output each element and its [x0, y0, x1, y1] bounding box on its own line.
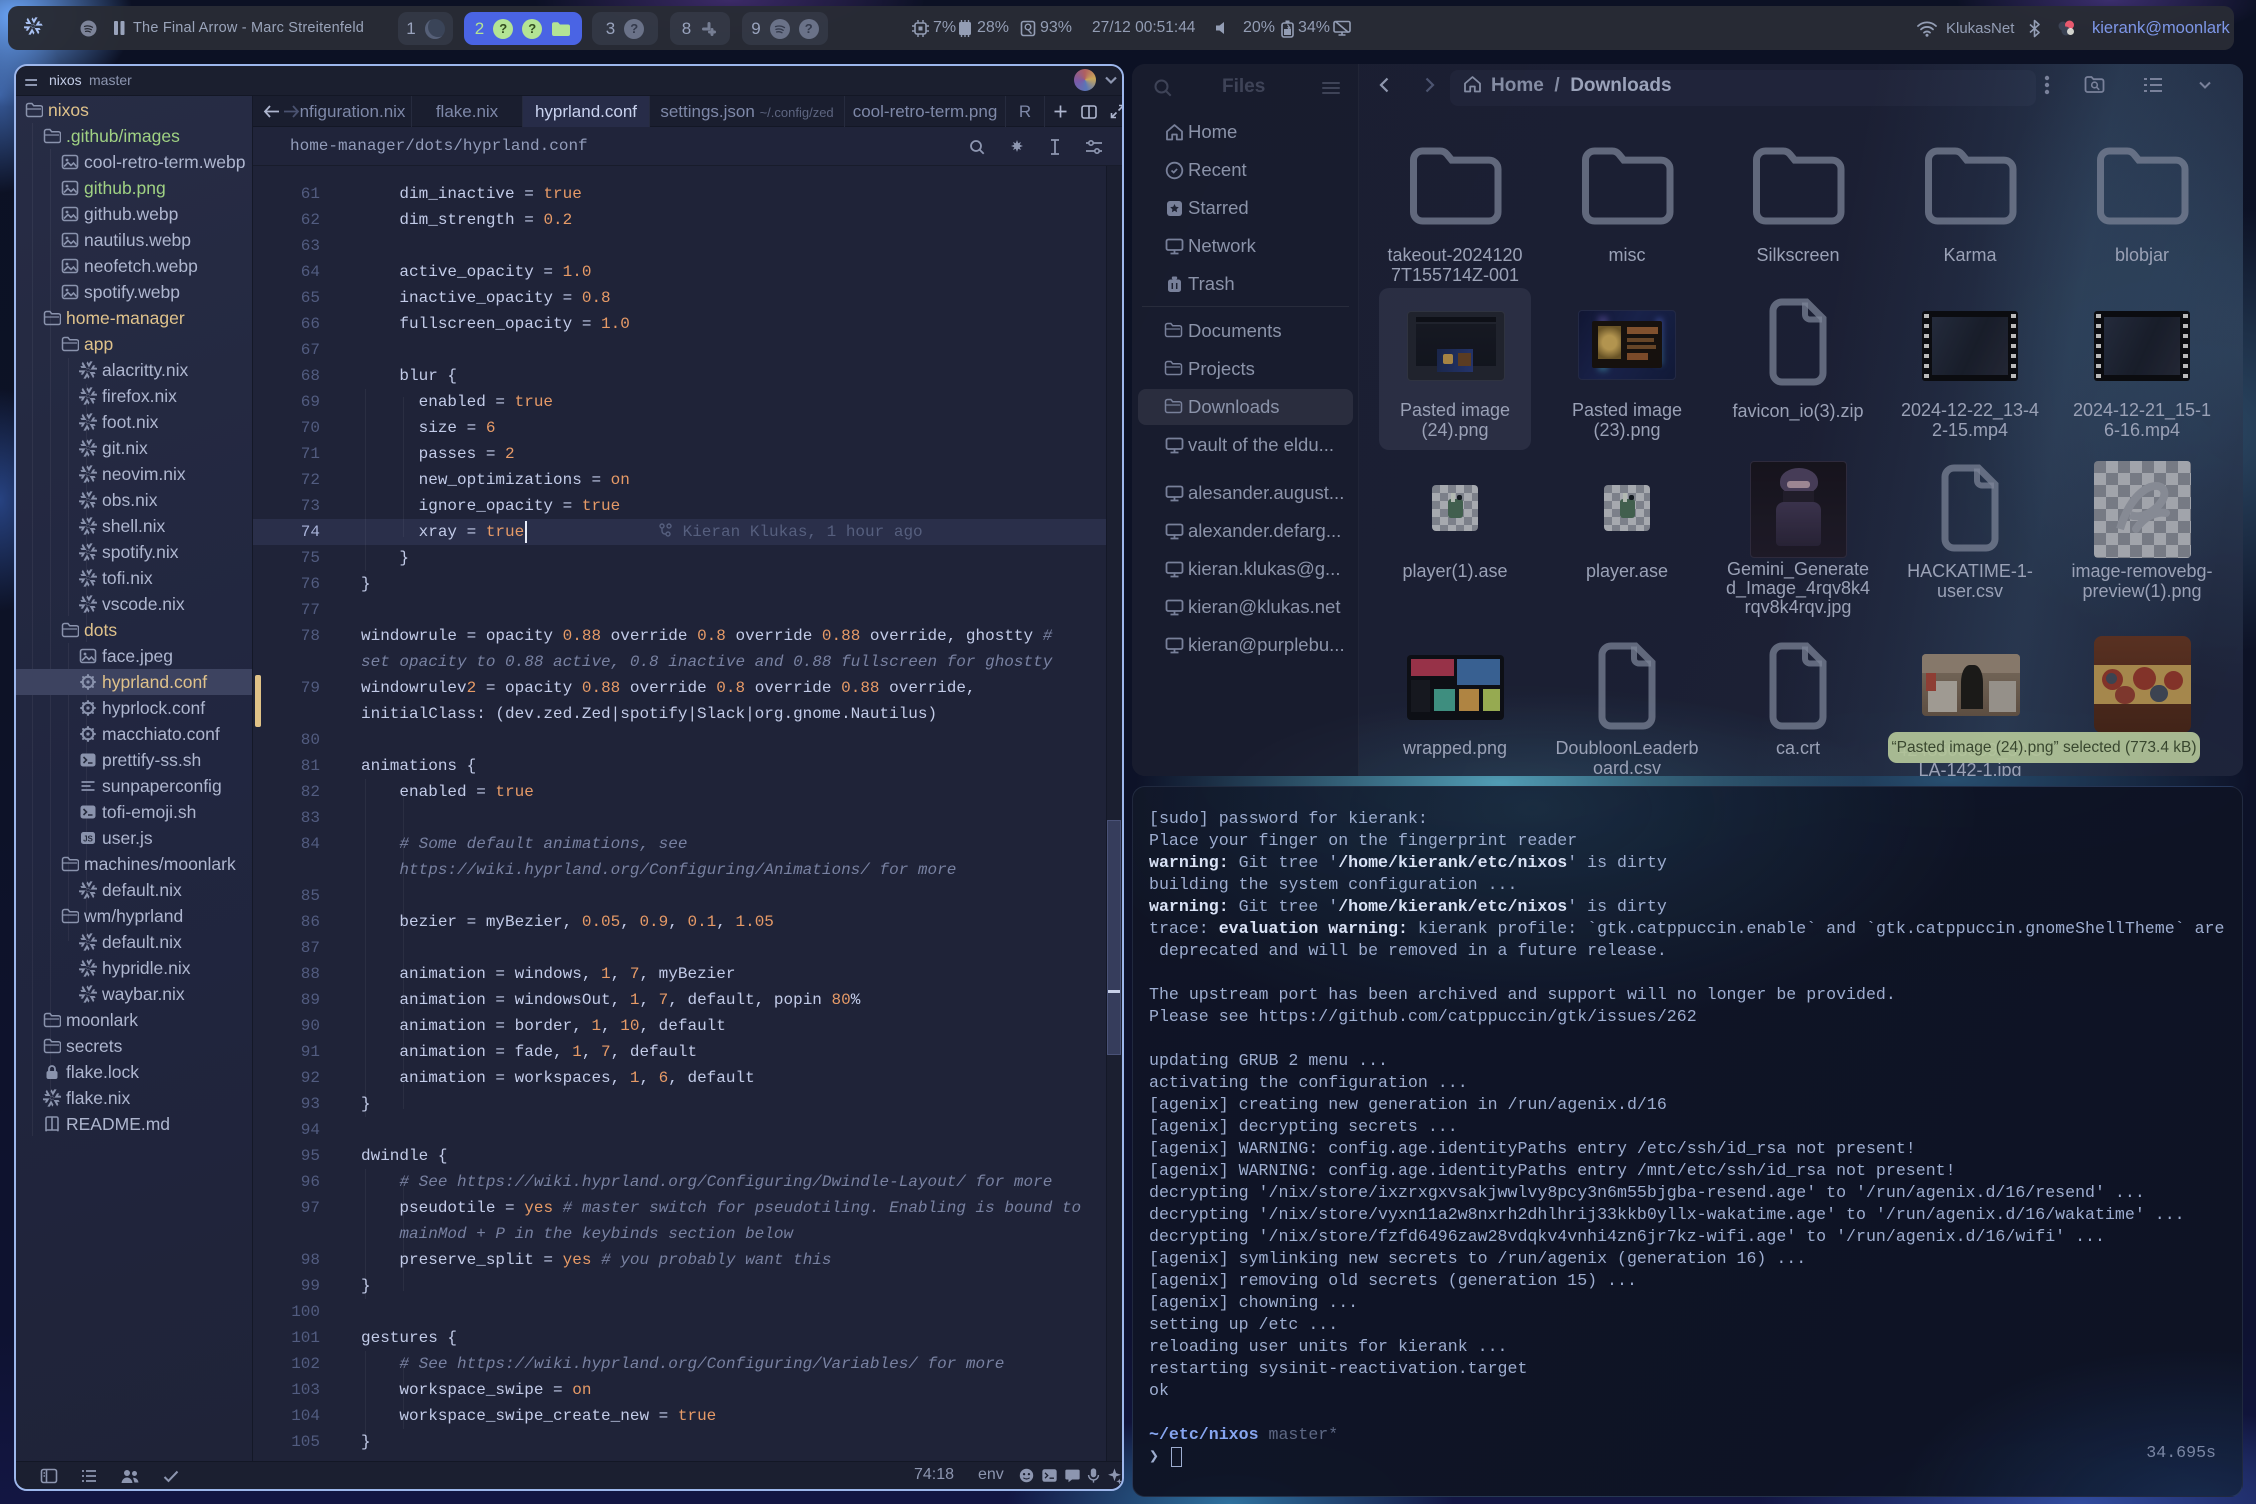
svg-text:JS: JS: [83, 835, 93, 844]
